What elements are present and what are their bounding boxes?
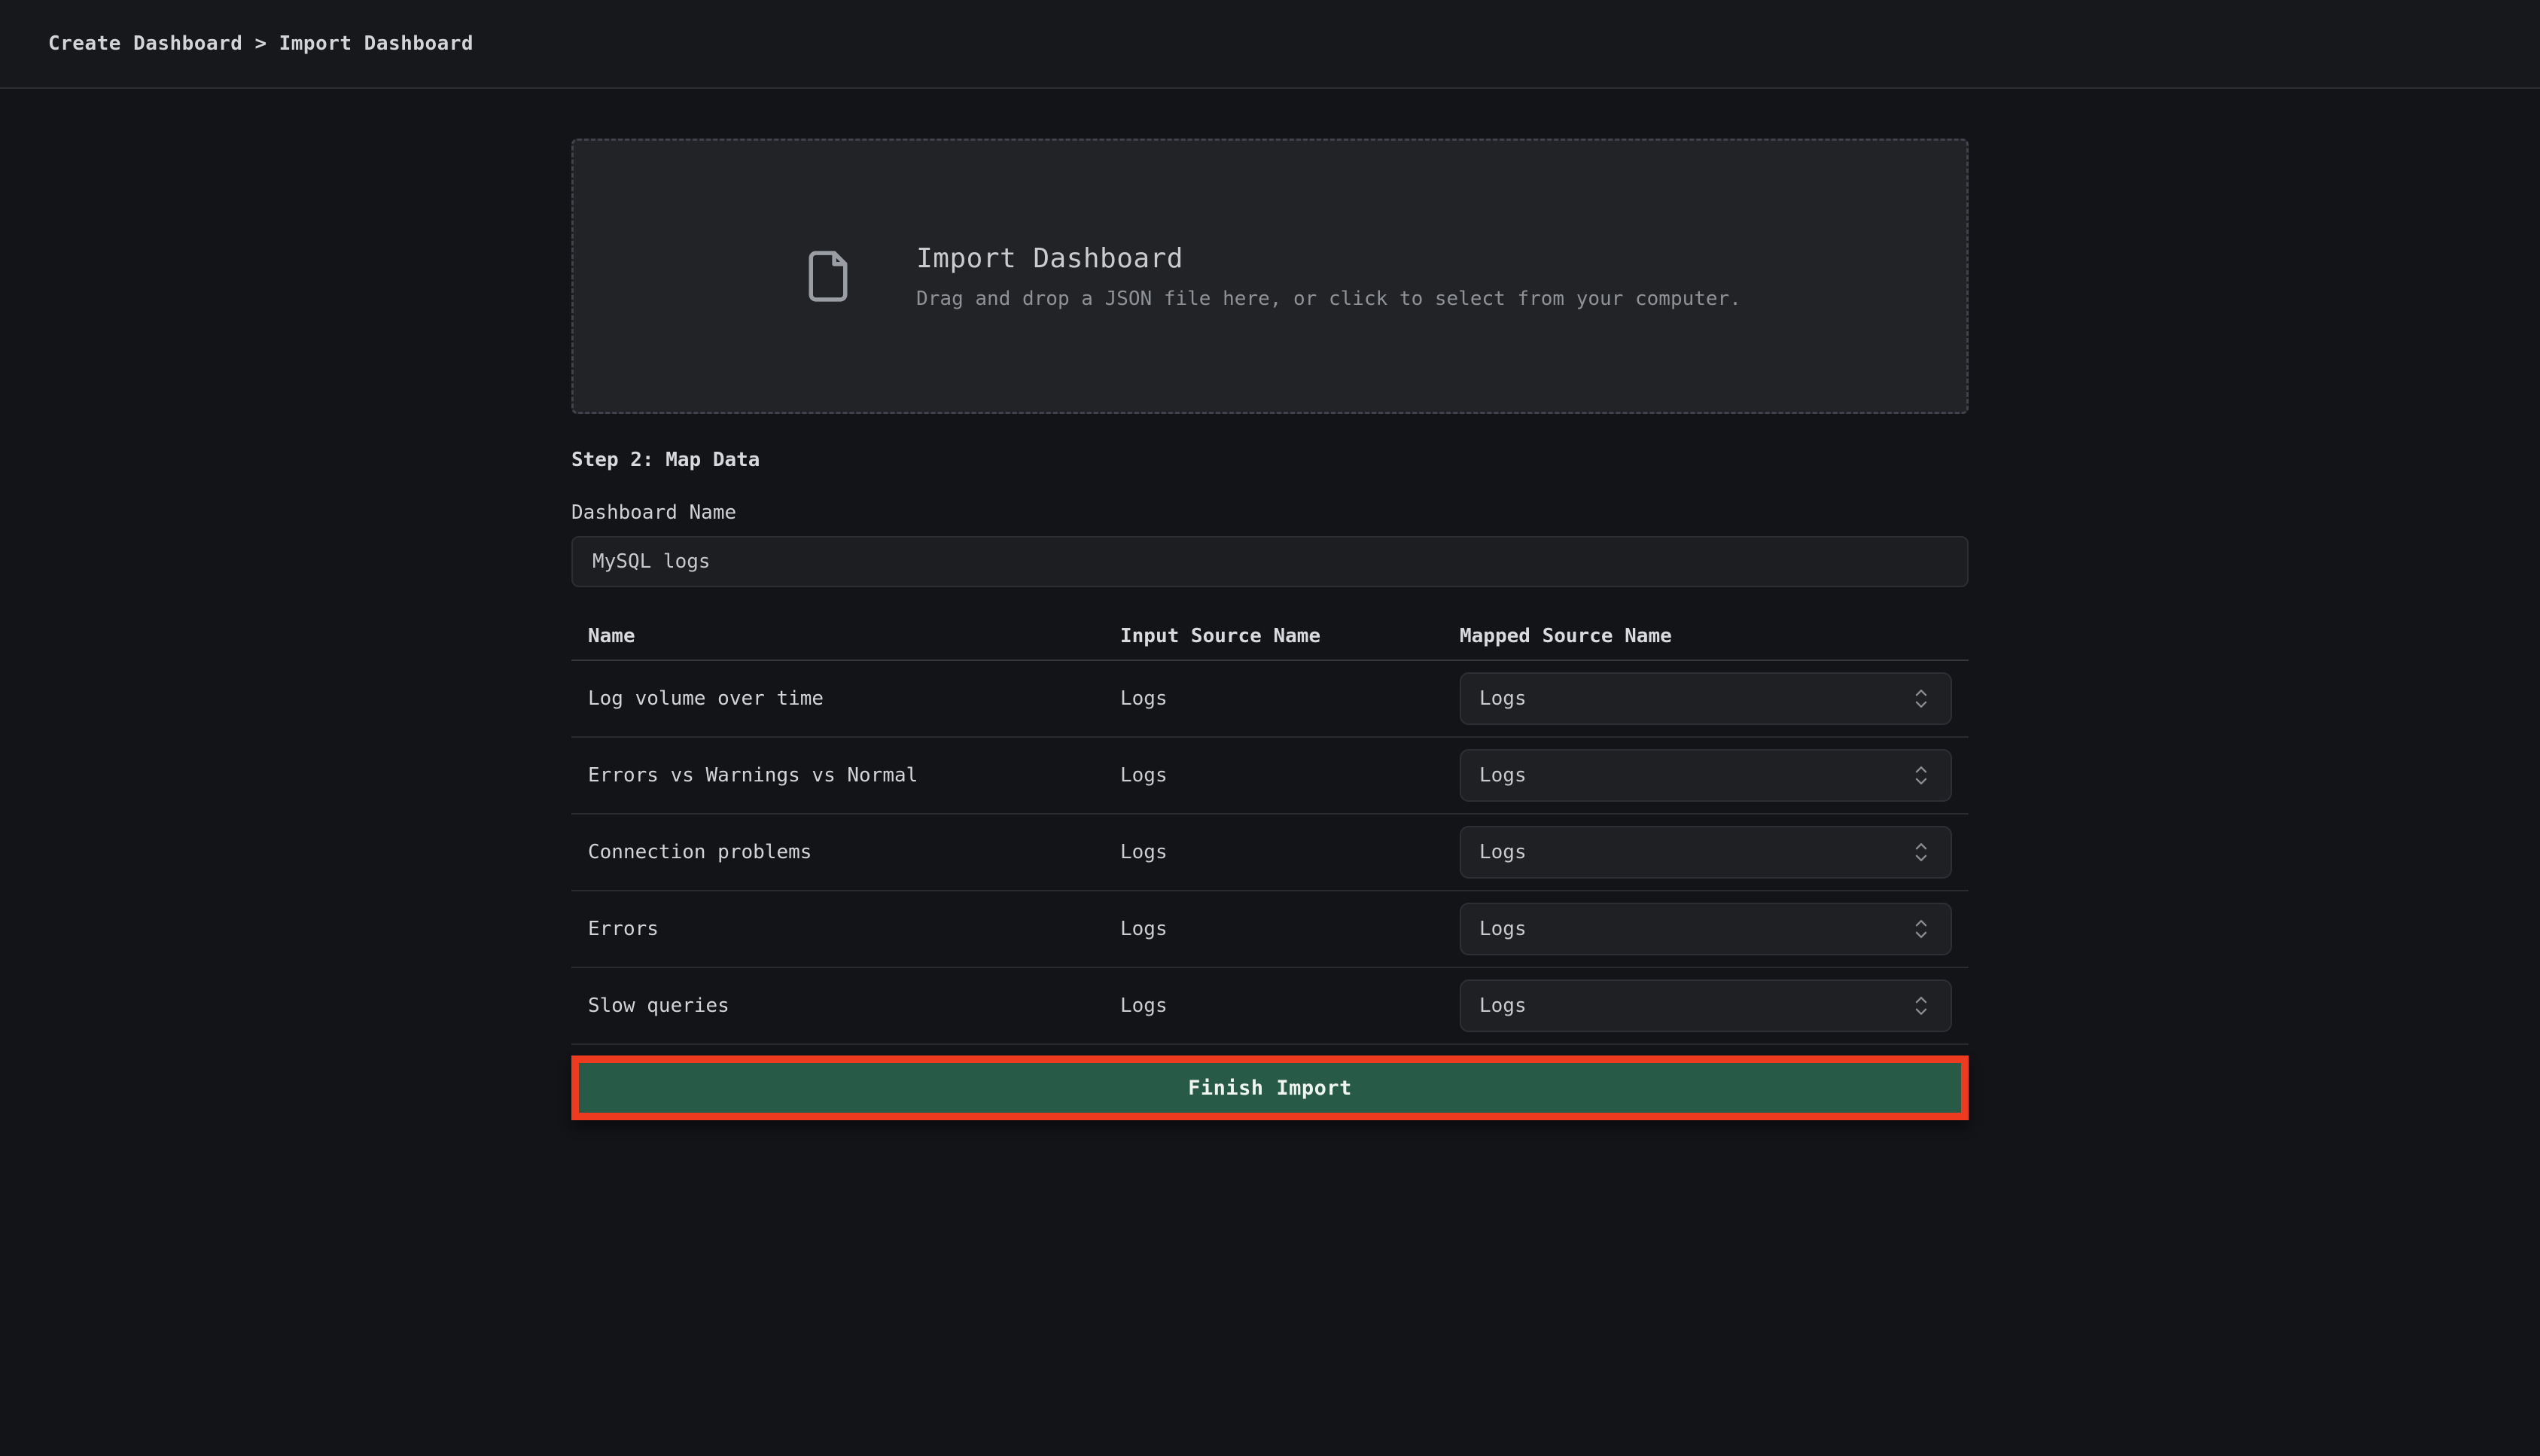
- import-dashboard-panel: Import Dashboard Drag and drop a JSON fi…: [571, 89, 1969, 1120]
- row-name: Errors vs Warnings vs Normal: [588, 764, 1120, 787]
- mapped-source-select[interactable]: Logs: [1460, 826, 1952, 879]
- row-input-source: Logs: [1120, 764, 1460, 787]
- mapped-source-select[interactable]: Logs: [1460, 672, 1952, 725]
- selected-option-label: Logs: [1479, 918, 1527, 940]
- table-row: Log volume over time Logs Logs: [571, 661, 1969, 738]
- chevron-up-down-icon: [1910, 839, 1932, 866]
- table-row: Slow queries Logs Logs: [571, 968, 1969, 1045]
- step-heading: Step 2: Map Data: [571, 449, 1969, 471]
- dropzone-title: Import Dashboard: [916, 243, 1741, 274]
- table-header-row: Name Input Source Name Mapped Source Nam…: [571, 601, 1969, 661]
- breadcrumb-import-dashboard: Import Dashboard: [279, 32, 474, 55]
- breadcrumb: Create Dashboard > Import Dashboard: [48, 32, 474, 55]
- row-input-source: Logs: [1120, 687, 1460, 710]
- annotation-highlight-rectangle: Finish Import: [571, 1055, 1969, 1120]
- dropzone-subtitle: Drag and drop a JSON file here, or click…: [916, 288, 1741, 310]
- dropzone-text: Import Dashboard Drag and drop a JSON fi…: [916, 243, 1741, 310]
- selected-option-label: Logs: [1479, 995, 1527, 1017]
- chevron-up-down-icon: [1910, 685, 1932, 712]
- row-input-source: Logs: [1120, 995, 1460, 1017]
- selected-option-label: Logs: [1479, 687, 1527, 710]
- row-name: Log volume over time: [588, 687, 1120, 710]
- table-row: Errors vs Warnings vs Normal Logs Logs: [571, 738, 1969, 815]
- row-name: Connection problems: [588, 841, 1120, 864]
- row-name: Errors: [588, 918, 1120, 940]
- row-input-source: Logs: [1120, 918, 1460, 940]
- dashboard-name-label: Dashboard Name: [571, 501, 1969, 524]
- mapped-source-select[interactable]: Logs: [1460, 903, 1952, 955]
- mapping-table: Name Input Source Name Mapped Source Nam…: [571, 601, 1969, 1045]
- finish-import-button[interactable]: Finish Import: [579, 1063, 1961, 1113]
- mapped-source-select[interactable]: Logs: [1460, 979, 1952, 1032]
- column-header-input-source: Input Source Name: [1120, 625, 1460, 647]
- row-input-source: Logs: [1120, 841, 1460, 864]
- table-row: Connection problems Logs Logs: [571, 815, 1969, 891]
- dashboard-name-input[interactable]: [571, 536, 1969, 587]
- chevron-up-down-icon: [1910, 992, 1932, 1019]
- table-row: Errors Logs Logs: [571, 891, 1969, 968]
- selected-option-label: Logs: [1479, 841, 1527, 864]
- file-icon: [799, 239, 857, 314]
- chevron-up-down-icon: [1910, 915, 1932, 943]
- top-navigation-bar: Create Dashboard > Import Dashboard: [0, 0, 2540, 89]
- breadcrumb-separator: >: [254, 32, 266, 55]
- column-header-name: Name: [588, 625, 1120, 647]
- table-body: Log volume over time Logs Logs Errors vs…: [571, 661, 1969, 1045]
- column-header-mapped-source: Mapped Source Name: [1460, 625, 1969, 647]
- breadcrumb-create-dashboard[interactable]: Create Dashboard: [48, 32, 242, 55]
- selected-option-label: Logs: [1479, 764, 1527, 787]
- row-name: Slow queries: [588, 995, 1120, 1017]
- json-file-dropzone[interactable]: Import Dashboard Drag and drop a JSON fi…: [571, 139, 1969, 414]
- mapped-source-select[interactable]: Logs: [1460, 749, 1952, 802]
- chevron-up-down-icon: [1910, 762, 1932, 789]
